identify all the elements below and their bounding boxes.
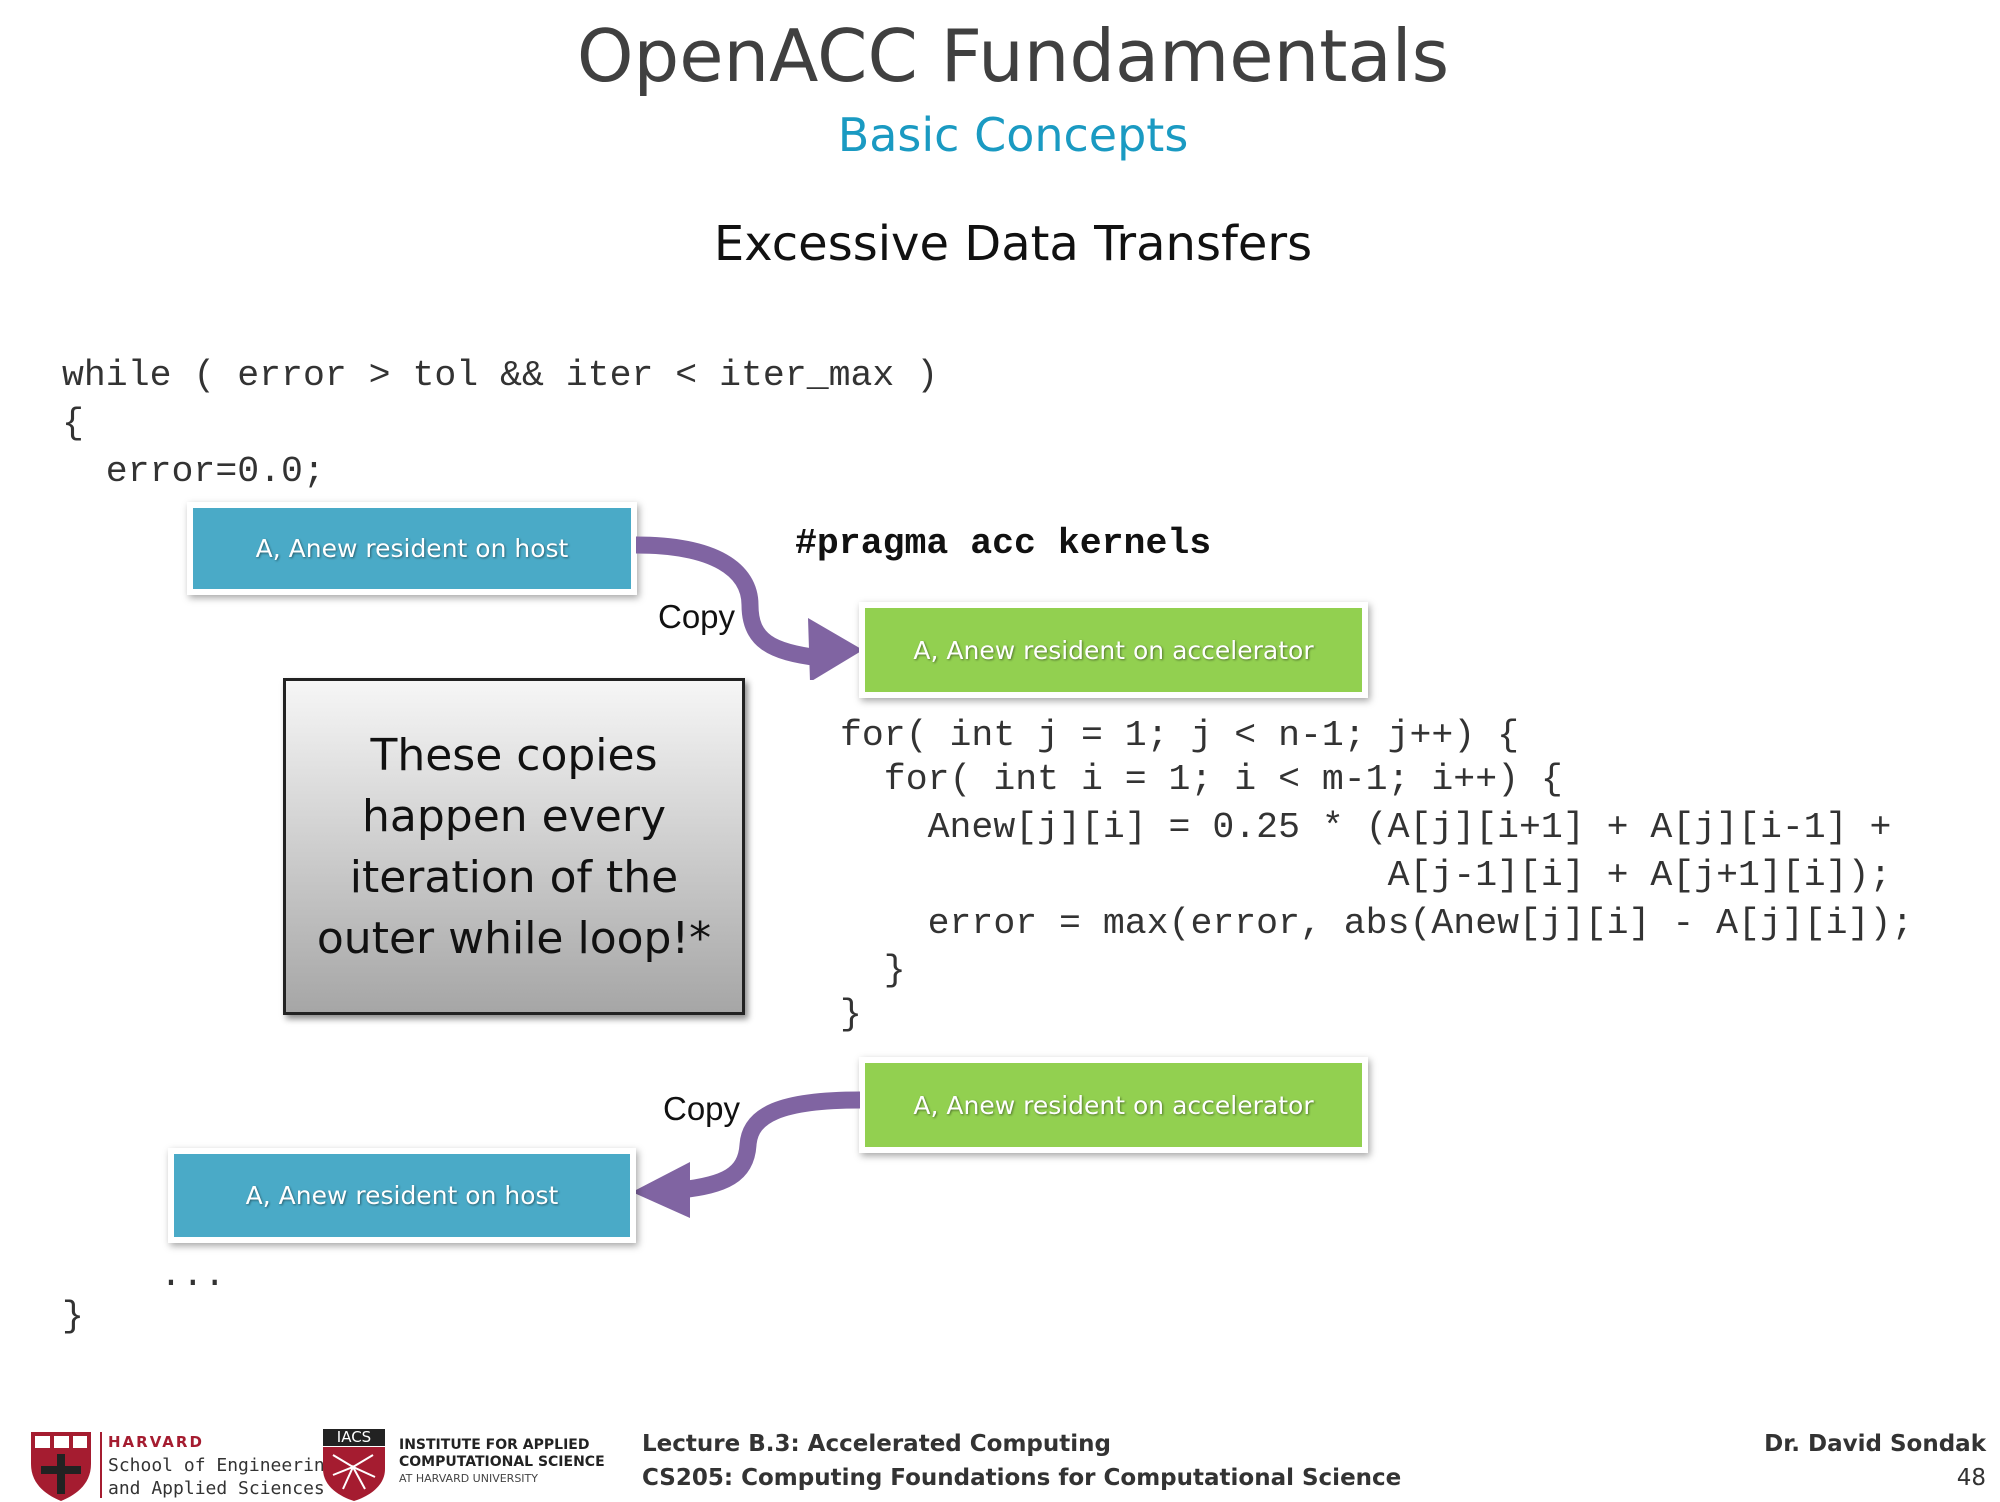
author-name: Dr. David Sondak bbox=[1764, 1431, 1986, 1457]
code-close-brace: } bbox=[62, 1296, 84, 1337]
accelerator-resident-box-top: A, Anew resident on accelerator bbox=[859, 602, 1368, 698]
note-line: outer while loop!* bbox=[316, 912, 712, 964]
course-title: CS205: Computing Foundations for Computa… bbox=[642, 1465, 1402, 1491]
note-line: iteration of the bbox=[349, 851, 679, 903]
accelerator-resident-box-bottom: A, Anew resident on accelerator bbox=[859, 1057, 1368, 1153]
code-loop-line: } bbox=[840, 950, 906, 991]
host-resident-box-top: A, Anew resident on host bbox=[187, 502, 637, 595]
code-loop-line: for( int i = 1; i < m-1; i++) { bbox=[840, 759, 1563, 800]
accelerator-resident-label-bottom: A, Anew resident on accelerator bbox=[913, 1090, 1314, 1120]
accelerator-resident-label-top: A, Anew resident on accelerator bbox=[913, 635, 1314, 665]
code-error-init: error=0.0; bbox=[62, 451, 325, 492]
lecture-title: Lecture B.3: Accelerated Computing bbox=[642, 1431, 1111, 1457]
harvard-wordmark: HARVARD bbox=[108, 1433, 204, 1451]
host-resident-box-bottom: A, Anew resident on host bbox=[168, 1148, 636, 1243]
copy-label-top: Copy bbox=[658, 598, 736, 635]
iacs-badge: IACS bbox=[323, 1429, 385, 1446]
host-resident-label-bottom: A, Anew resident on host bbox=[245, 1181, 559, 1210]
slide-heading: Excessive Data Transfers bbox=[713, 216, 1313, 272]
copy-label-bottom: Copy bbox=[663, 1090, 741, 1127]
code-while-line: while ( error > tol && iter < iter_max ) bbox=[62, 355, 939, 396]
host-resident-label-top: A, Anew resident on host bbox=[255, 534, 569, 563]
code-loop-line: } bbox=[840, 994, 862, 1035]
note-line: happen every bbox=[362, 790, 666, 842]
iacs-name-line1: INSTITUTE FOR APPLIED bbox=[399, 1437, 590, 1453]
page-number: 48 bbox=[1956, 1465, 1986, 1491]
code-open-brace: { bbox=[62, 403, 84, 444]
iacs-shield-icon bbox=[323, 1447, 385, 1501]
note-line: These copies bbox=[370, 729, 658, 781]
iteration-warning-note: These copies happen every iteration of t… bbox=[283, 678, 745, 1015]
code-ellipsis: ... bbox=[160, 1255, 226, 1296]
seas-name-line2: and Applied Sciences bbox=[108, 1478, 325, 1499]
code-loop-line: A[j-1][i] + A[j+1][i]); bbox=[840, 855, 1892, 896]
iacs-name-line2: COMPUTATIONAL SCIENCE bbox=[399, 1454, 605, 1470]
code-loop-line: for( int j = 1; j < n-1; j++) { bbox=[840, 715, 1520, 756]
iacs-name-line3: AT HARVARD UNIVERSITY bbox=[399, 1472, 538, 1485]
code-loop-line: Anew[j][i] = 0.25 * (A[j][i+1] + A[j][i-… bbox=[840, 807, 1892, 848]
seas-name-line1: School of Engineering bbox=[108, 1455, 336, 1476]
harvard-divider bbox=[100, 1432, 102, 1498]
harvard-shield-icon bbox=[31, 1432, 91, 1501]
code-loop-line: error = max(error, abs(Anew[j][i] - A[j]… bbox=[840, 903, 1914, 944]
copy-arrow-accel-to-host-icon bbox=[632, 1091, 861, 1218]
slide-title: OpenACC Fundamentals bbox=[576, 14, 1450, 98]
slide-subtitle: Basic Concepts bbox=[837, 108, 1189, 162]
